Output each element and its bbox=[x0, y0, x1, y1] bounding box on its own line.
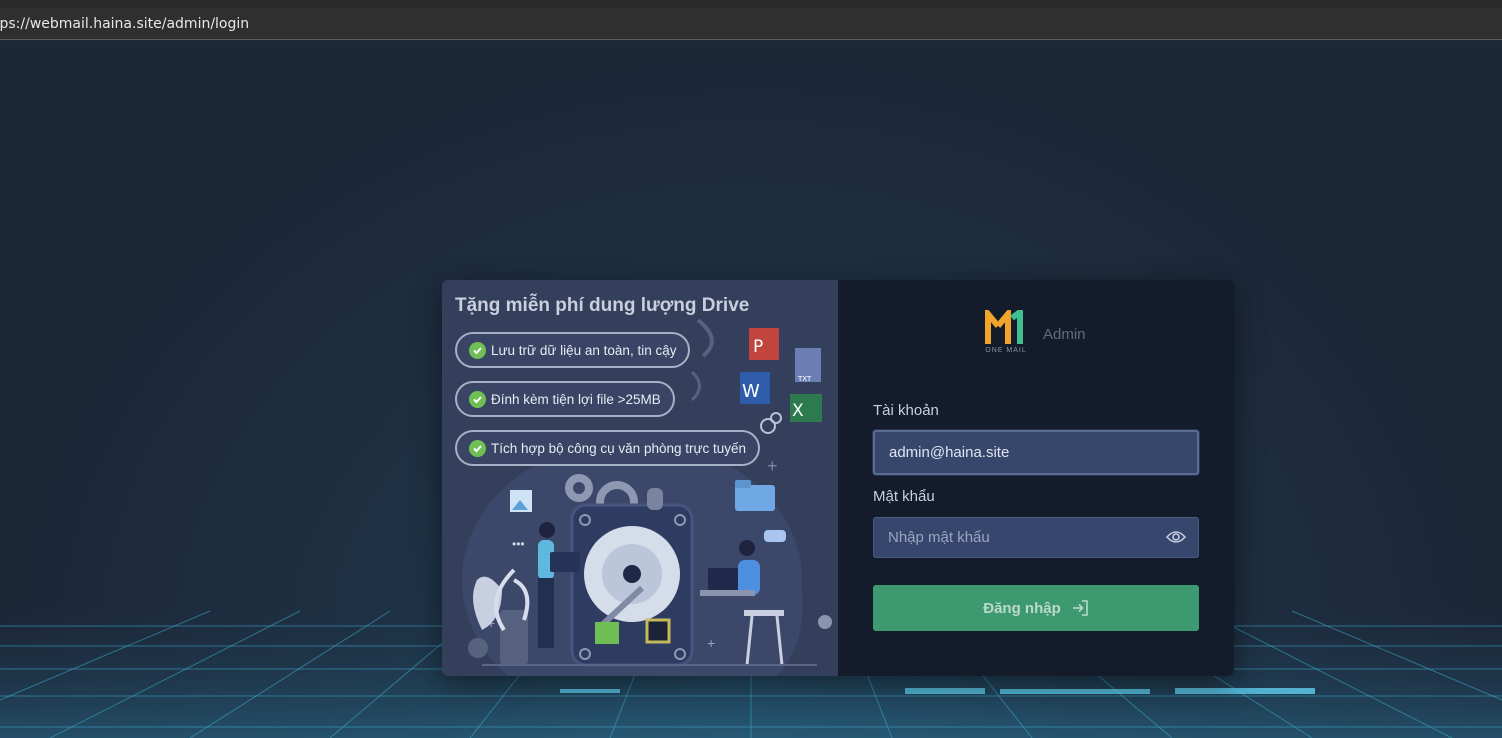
feature-pill: Đính kèm tiện lợi file >25MB bbox=[455, 381, 675, 417]
password-label: Mật khẩu bbox=[873, 488, 935, 505]
check-circle-icon bbox=[469, 341, 486, 359]
password-placeholder: Nhập mật khẩu bbox=[888, 529, 990, 546]
login-card: P TXT W X + + + bbox=[442, 280, 1234, 676]
eye-icon[interactable] bbox=[1165, 530, 1187, 548]
check-circle-icon bbox=[469, 439, 486, 457]
address-url[interactable]: tps://webmail.haina.site/admin/login bbox=[0, 16, 249, 32]
svg-text:P: P bbox=[753, 337, 763, 357]
account-value: admin@haina.site bbox=[889, 444, 1010, 461]
login-button-label: Đăng nhập bbox=[983, 599, 1061, 617]
logo-subtext: ONE MAIL bbox=[985, 347, 1027, 354]
promo-title: Tặng miễn phí dung lượng Drive bbox=[455, 295, 750, 316]
feature-text: Đính kèm tiện lợi file >25MB bbox=[491, 391, 661, 407]
onemail-logo bbox=[985, 310, 1023, 344]
svg-text:•••: ••• bbox=[512, 537, 525, 551]
login-button[interactable]: Đăng nhập bbox=[873, 585, 1199, 631]
feature-text: Tích hợp bộ công cụ văn phòng trực tuyến bbox=[491, 440, 747, 456]
promo-panel: P TXT W X + + + bbox=[442, 280, 838, 676]
password-input[interactable]: Nhập mật khẩu bbox=[873, 517, 1199, 558]
account-input[interactable]: admin@haina.site bbox=[873, 430, 1199, 475]
address-bar[interactable]: tps://webmail.haina.site/admin/login bbox=[0, 8, 1502, 40]
login-panel: ONE MAIL Admin Tài khoản admin@haina.sit… bbox=[838, 280, 1234, 676]
svg-text:X: X bbox=[792, 401, 804, 421]
svg-text:TXT: TXT bbox=[797, 375, 812, 383]
login-arrow-icon bbox=[1072, 600, 1088, 616]
check-circle-icon bbox=[469, 390, 486, 408]
feature-pill: Lưu trữ dữ liệu an toàn, tin cậy bbox=[455, 332, 691, 368]
account-label: Tài khoản bbox=[873, 402, 939, 419]
svg-text:+: + bbox=[707, 635, 715, 651]
feature-pill: Tích hợp bộ công cụ văn phòng trực tuyến bbox=[455, 430, 761, 466]
svg-text:W: W bbox=[742, 381, 760, 402]
feature-text: Lưu trữ dữ liệu an toàn, tin cậy bbox=[491, 342, 677, 358]
svg-text:+: + bbox=[767, 456, 778, 476]
admin-label: Admin bbox=[1043, 326, 1086, 343]
